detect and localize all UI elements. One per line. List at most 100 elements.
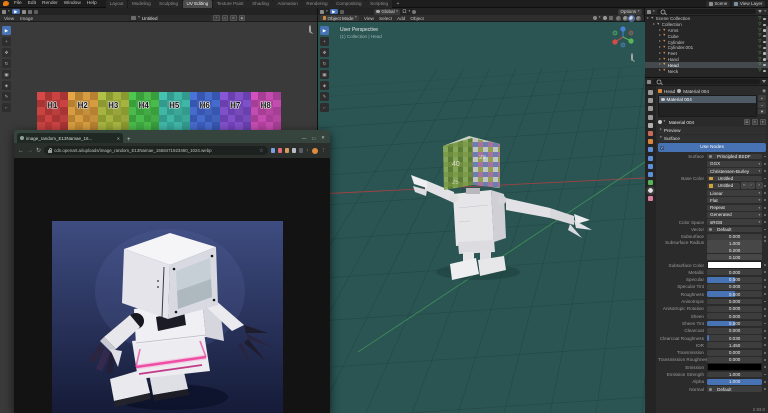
disclosure-triangle-icon[interactable]: ▸ [659,68,661,73]
filter-icon[interactable] [758,10,763,13]
uv-zoom-icon[interactable] [309,25,311,33]
disclosure-triangle-icon[interactable]: ▸ [659,28,661,33]
dropdown-flat[interactable]: Flat ▾ [707,197,763,204]
show-gizmo-icon[interactable] [592,16,597,20]
viewport-tool-move-icon[interactable]: ✥ [320,48,329,57]
slider-specular[interactable]: 0.500 [707,276,763,283]
copy-image-button[interactable]: ⧉ [741,182,747,189]
breadcrumb-material[interactable]: Material 004 [683,89,709,94]
menu-edit[interactable]: Edit [25,1,39,6]
menu-render[interactable]: Render [39,1,61,6]
workspace-tab-modeling[interactable]: Modeling [127,0,155,8]
unlink-image-button[interactable]: ✕ [756,182,762,189]
open-image-button[interactable]: ▱ [748,182,755,189]
copy-material-button[interactable]: ⧉ [743,118,750,126]
properties-tab-texture-icon[interactable] [648,196,653,202]
value-field[interactable]: 0.200 [707,247,763,254]
properties-tab-modifiers-icon[interactable] [648,147,653,153]
show-overlays-icon[interactable] [602,16,607,20]
shading-rendered-button[interactable] [635,15,641,21]
outliner-scrollbar[interactable] [765,26,768,60]
extension-light-icon[interactable] [291,148,296,153]
value-field[interactable]: 0.100 [707,254,763,261]
viewport-zoom-icon[interactable] [631,53,633,61]
slider-ior[interactable]: 1.450 [707,342,763,349]
material-slot-row[interactable]: Material 004 [659,96,756,103]
workspace-tab-sculpting[interactable]: Sculpting [155,0,183,8]
close-button[interactable]: ✕ [321,135,325,141]
outliner-row-collection[interactable]: ▸ ▼ Collection ▽ [645,22,768,28]
tool-measure-icon[interactable]: ⌐ [2,103,11,112]
workspace-tab-shading[interactable]: Shading [248,0,273,8]
disclosure-triangle-icon[interactable]: ▸ [659,63,661,67]
editor-type-image-icon[interactable] [2,9,6,14]
slider-emission-strength[interactable]: 1.000 [707,371,763,378]
breadcrumb-object[interactable]: Head [664,89,675,94]
slider-sheen-tint[interactable]: 0.500 [707,320,763,327]
dropdown-linear[interactable]: Linear ▾ [707,190,763,196]
mode-dropdown[interactable]: Object Mode ▾ [320,15,360,21]
browser-tab[interactable]: image_random_E13Namae_16... ✕ [17,133,123,143]
outliner-row-scene-collection[interactable]: ▸ ▼ Scene Collection ▽ [645,16,768,22]
extension-dark-icon[interactable] [298,148,303,153]
forward-button[interactable]: → [27,148,33,154]
use-nodes-button[interactable]: ✓ Use Nodes [658,143,766,152]
dropdown-christensen-burley[interactable]: Christensen-Burley ▾ [707,168,763,175]
new-tab-button[interactable]: + [127,137,131,143]
tab-close-button[interactable]: ✕ [117,136,120,141]
extension-red-icon[interactable] [277,148,282,153]
properties-filter-icon[interactable] [762,80,766,83]
disclosure-triangle-icon[interactable]: ▸ [659,45,661,50]
workspace-tab-layout[interactable]: Layout [105,0,128,8]
button-surface[interactable]: Principled BSDF [707,153,763,160]
viewport-tool-annotate-icon[interactable]: ✎ [320,92,329,101]
properties-tab-particles-icon[interactable] [648,155,653,161]
viewport-tool-select-box-icon[interactable]: ▶ [320,26,329,35]
viewport-menu-add[interactable]: Add [395,16,407,21]
viewport-tool-transform-icon[interactable]: ◈ [320,81,329,90]
active-tool-button[interactable]: ▶ [11,9,20,15]
button-vector[interactable]: Default [707,226,763,233]
properties-search-input[interactable] [653,79,760,84]
workspace-tab-compositing[interactable]: Compositing [332,0,366,8]
properties-tab-scene-icon[interactable] [648,122,653,128]
slider-alpha[interactable]: 1.000 [707,378,763,385]
view-layer-selector[interactable]: View Layer [731,0,765,7]
material-name-field[interactable]: Material 004 [666,119,742,125]
image-datablock-selector[interactable]: ▾ Untitled [129,15,212,21]
transform-orientation-dropdown[interactable]: Global ▾ [373,8,401,15]
surface-section-header[interactable]: ▾ Surface [658,134,766,142]
browser-menu-icon[interactable]: ⋮ [321,148,327,154]
dropdown-repeat[interactable]: Repeat ▾ [707,204,763,211]
tool-transform-icon[interactable]: ◈ [2,81,11,90]
tool-settings-icon[interactable] [339,9,344,14]
blender-logo-icon[interactable] [3,1,9,6]
shading-material-preview-button[interactable] [628,14,635,22]
unlink-material-button[interactable]: ✕ [751,118,758,126]
slider-specular-tint[interactable]: 0.000 [707,284,763,290]
tool-cursor-icon[interactable]: + [2,37,11,46]
image-datablock-field[interactable]: Untitled [707,182,740,189]
properties-tab-view-layer-icon[interactable] [648,114,653,120]
extension-blue-icon[interactable] [270,148,275,153]
slider-clearcoat[interactable]: 0.000 [707,327,763,334]
uv-menu-image[interactable]: Image [18,16,35,21]
properties-editor-icon[interactable] [647,79,651,84]
viewport-tool-scale-icon[interactable]: ▣ [320,70,329,79]
pin-icon[interactable]: ◉ [238,14,246,22]
navigation-gizmo[interactable] [610,24,636,50]
profile-avatar[interactable] [311,147,318,154]
properties-tab-physics-icon[interactable] [648,163,653,169]
reload-button[interactable]: ↻ [36,148,41,154]
button-base-color[interactable]: Untitled [707,175,763,182]
toggle-xray-icon[interactable] [608,16,613,20]
view-mode-icon[interactable] [21,9,26,14]
minimize-button[interactable]: — [302,136,307,141]
bookmark-star-icon[interactable]: ☆ [259,148,263,154]
visibility-eye-icon[interactable] [762,69,766,73]
add-slot-button[interactable]: + [758,95,766,101]
tool-move-icon[interactable]: ✥ [2,48,11,57]
slider-sheen[interactable]: 0.000 [707,313,763,320]
dropdown-generated[interactable]: Generated ▾ [707,212,763,218]
menu-window[interactable]: Window [61,1,84,6]
